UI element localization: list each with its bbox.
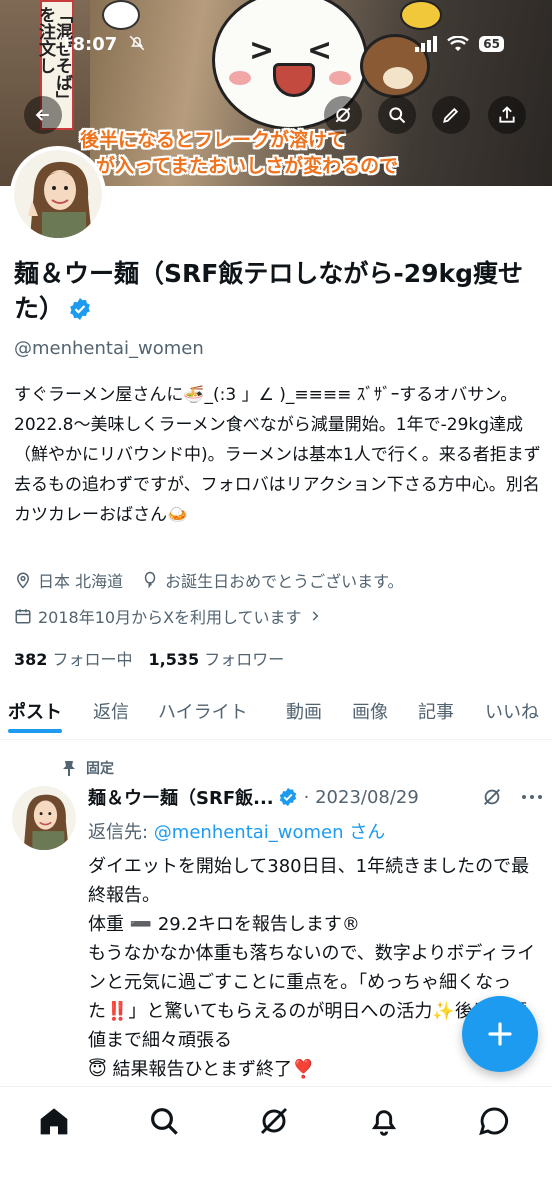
reply-suffix: さん: [349, 822, 386, 843]
location-icon: [16, 572, 30, 589]
pinned-label: 固定: [86, 761, 114, 777]
grok-icon[interactable]: [481, 786, 503, 808]
profile-bio: すぐラーメン屋さんに🍜_(:3 」∠ )_≡≡≡≡ ｽﾞｻﾞｰするオバサン。20…: [14, 385, 541, 525]
avatar-illustration: [14, 150, 102, 238]
post-avatar[interactable]: [12, 786, 76, 850]
tab-videos[interactable]: 動画: [286, 690, 322, 724]
reply-handle[interactable]: @menhentai_women: [154, 822, 344, 843]
grok-button[interactable]: [324, 96, 362, 134]
joined-text: 2018年10月からXを利用しています: [38, 608, 302, 627]
reply-prefix: 返信先:: [88, 822, 154, 843]
back-icon: [35, 109, 49, 121]
followers-link[interactable]: 1,535 フォロワー: [149, 646, 285, 670]
more-icon[interactable]: [521, 794, 543, 800]
profile-tabs: ポスト 返信 ハイライト 動画 画像 記事 いいね: [0, 690, 552, 740]
post-date[interactable]: · 2023/08/29: [304, 787, 419, 808]
following-label: フォロー中: [52, 650, 133, 669]
followers-label: フォロワー: [204, 650, 285, 669]
profile-meta: 日本 北海道 お誕生日おめでとうございます。: [14, 568, 404, 592]
search-button[interactable]: [378, 96, 416, 134]
tab-replies[interactable]: 返信: [93, 690, 129, 724]
compose-button[interactable]: [462, 996, 538, 1072]
edit-button[interactable]: [432, 96, 470, 134]
follow-stats: 382 フォロー中 1,535 フォロワー: [14, 646, 284, 670]
banner-caption-line2: が入ってまたおいしさが変わるので: [96, 155, 399, 177]
bottom-navigation: [0, 1086, 552, 1200]
location-text: 日本 北海道: [38, 572, 124, 591]
tab-posts[interactable]: ポスト: [8, 690, 62, 733]
verified-icon[interactable]: [68, 295, 92, 330]
followers-count: 1,535: [148, 650, 200, 669]
profile-avatar[interactable]: [10, 146, 106, 242]
banner-caption: 後半になるとフレークが溶けて が入ってまたおいしさが変わるので: [80, 127, 398, 179]
profile-location: 日本 北海道: [14, 568, 123, 592]
back-button[interactable]: [24, 96, 62, 134]
calendar-icon: [15, 609, 31, 624]
grok-icon: [335, 107, 351, 123]
search-icon[interactable]: [148, 1105, 180, 1137]
wifi-icon: [447, 36, 470, 51]
post-header: 麺＆ウー麺（SRF飯... · 2023/08/29: [88, 784, 543, 810]
profile-birthday: お誕生日おめでとうございます。: [141, 568, 404, 592]
status-time: 18:07: [60, 34, 118, 55]
edit-icon: [443, 107, 459, 123]
bell-icon[interactable]: [368, 1105, 400, 1137]
home-icon[interactable]: [38, 1105, 70, 1137]
search-icon: [389, 107, 406, 124]
profile-handle: @menhentai_women: [14, 338, 204, 359]
balloon-icon: [144, 571, 156, 589]
post-reply-to: 返信先: @menhentai_women さん: [88, 818, 385, 844]
following-count: 382: [14, 650, 48, 669]
tab-highlights[interactable]: ハイライト: [158, 690, 248, 724]
tab-articles[interactable]: 記事: [418, 690, 454, 724]
grok-icon[interactable]: [258, 1105, 290, 1137]
profile-name: 麺＆ウー麺（SRF飯テロしながら-29kg痩せた）: [14, 256, 534, 330]
chevron-right-icon: [312, 611, 318, 621]
messages-icon[interactable]: [478, 1105, 510, 1137]
following-link[interactable]: 382 フォロー中: [14, 646, 133, 670]
mute-icon: [128, 34, 146, 56]
profile-joined[interactable]: 2018年10月からXを利用しています: [14, 604, 322, 628]
share-button[interactable]: [488, 96, 526, 134]
signal-icon: [415, 36, 438, 52]
pinned-indicator: 固定: [62, 758, 114, 778]
share-icon: [499, 106, 515, 123]
battery-indicator: 65: [479, 36, 504, 52]
tab-likes[interactable]: いいね: [485, 690, 539, 724]
banner-chick: [400, 0, 442, 30]
pin-icon: [63, 761, 75, 776]
post-author-name[interactable]: 麺＆ウー麺（SRF飯...: [88, 784, 274, 810]
banner-sticker: [102, 0, 140, 30]
birthday-text: お誕生日おめでとうございます。: [165, 572, 404, 591]
status-indicators: 65: [415, 36, 504, 52]
tab-images[interactable]: 画像: [352, 690, 388, 724]
compose-icon: [488, 1022, 512, 1046]
verified-icon: [278, 787, 298, 807]
